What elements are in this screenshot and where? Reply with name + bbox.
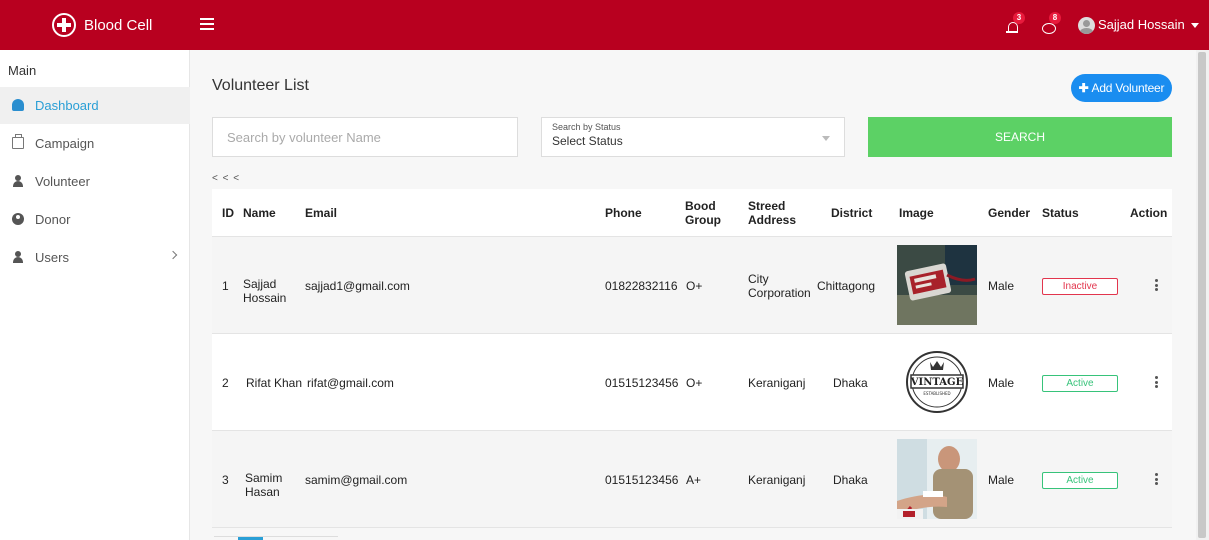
status-badge[interactable]: Active: [1042, 472, 1118, 489]
user-avatar[interactable]: [1078, 17, 1095, 34]
status-select-label: Search by Status: [552, 122, 621, 132]
brand-name: Blood Cell: [84, 17, 153, 34]
cell-phone: 01515123456: [605, 472, 679, 487]
page-scrollbar[interactable]: [1196, 50, 1209, 540]
status-select[interactable]: Search by Status Select Status: [541, 117, 845, 157]
sidebar: Main Dashboard Campaign Volunteer Donor …: [0, 50, 190, 540]
sidebar-item-label: Users: [35, 250, 69, 265]
notification-bell-icon[interactable]: 3: [1005, 12, 1025, 37]
col-district[interactable]: District: [831, 189, 872, 237]
sidebar-item-label: Volunteer: [35, 174, 90, 189]
cell-blood-group: O+: [686, 278, 703, 293]
more-actions-icon[interactable]: [1155, 279, 1158, 291]
chevron-right-icon: [168, 250, 178, 260]
col-name[interactable]: Name: [243, 189, 276, 237]
more-actions-icon[interactable]: [1155, 376, 1158, 388]
volunteer-photo: [897, 245, 977, 325]
sidebar-item-label: Campaign: [35, 136, 95, 151]
scrollbar-thumb[interactable]: [1198, 52, 1206, 538]
volunteer-photo: VINTAGE ESTABLISHED: [897, 342, 977, 422]
table-row: 3 Samim Hasan samim@gmail.com 0151512345…: [212, 431, 1172, 528]
col-email[interactable]: Email: [305, 189, 337, 237]
col-id[interactable]: ID: [222, 189, 234, 237]
pagination-previous[interactable]: < < <: [212, 173, 240, 184]
col-gender[interactable]: Gender: [988, 189, 1030, 237]
cell-id: 1: [222, 278, 229, 293]
dashboard-icon: [12, 99, 24, 111]
sidebar-item-campaign[interactable]: Campaign: [0, 125, 190, 162]
medical-cross-icon: [52, 13, 76, 37]
cell-phone: 01822832116: [605, 278, 678, 293]
col-phone[interactable]: Phone: [605, 189, 642, 237]
cell-district: Chittagong: [817, 278, 876, 293]
top-navbar: Blood Cell 3 8 Sajjad Hossain: [0, 0, 1209, 50]
pagination[interactable]: [214, 536, 338, 540]
cell-gender: Male: [988, 375, 1015, 390]
volunteer-name-search-input[interactable]: [212, 117, 518, 157]
col-address[interactable]: Streed Address: [748, 189, 808, 237]
cell-district: Dhaka: [833, 472, 868, 487]
donor-icon: [12, 213, 24, 225]
cell-email: sajjad1@gmail.com: [305, 278, 410, 293]
vintage-logo-subtext: ESTABLISHED: [923, 391, 950, 396]
messages-badge: 8: [1049, 12, 1061, 24]
cell-blood-group: A+: [686, 472, 702, 487]
cell-gender: Male: [988, 472, 1015, 487]
blood-donor-photo: [897, 439, 977, 519]
status-badge[interactable]: Inactive: [1042, 278, 1118, 295]
sidebar-item-label: Donor: [35, 212, 71, 227]
users-icon: [12, 251, 24, 263]
brand[interactable]: Blood Cell: [0, 0, 190, 50]
cell-address: Keraniganj: [748, 472, 806, 487]
cell-address: Keraniganj: [748, 375, 806, 390]
cell-phone: 01515123456: [605, 375, 679, 390]
table-row: 1 Sajjad Hossain sajjad1@gmail.com 01822…: [212, 237, 1172, 334]
building-icon: [12, 134, 24, 149]
col-status[interactable]: Status: [1042, 189, 1079, 237]
sidebar-item-users[interactable]: Users: [0, 239, 190, 276]
user-dropdown-caret-icon[interactable]: [1191, 23, 1199, 28]
sidebar-item-volunteer[interactable]: Volunteer: [0, 163, 190, 200]
menu-toggle-icon[interactable]: [200, 18, 214, 30]
cell-id: 3: [222, 472, 229, 487]
volunteer-table: ID Name Email Phone Bood Group Streed Ad…: [212, 189, 1172, 528]
user-icon: [12, 175, 24, 187]
col-blood-group[interactable]: Bood Group: [685, 189, 730, 237]
notification-badge: 3: [1013, 12, 1025, 24]
volunteer-photo: [897, 439, 977, 519]
search-button[interactable]: SEARCH: [868, 117, 1172, 157]
add-volunteer-button[interactable]: ✚ Add Volunteer: [1071, 74, 1172, 102]
add-volunteer-label: Add Volunteer: [1091, 81, 1165, 95]
plus-icon: ✚: [1078, 81, 1089, 95]
vintage-logo-text: VINTAGE: [910, 377, 964, 388]
col-action[interactable]: Action: [1130, 189, 1167, 237]
cell-address: City Corporation: [748, 271, 811, 300]
status-badge[interactable]: Active: [1042, 375, 1118, 392]
table-row: 2 Rifat Khan rifat@gmail.com 01515123456…: [212, 334, 1172, 431]
more-actions-icon[interactable]: [1155, 473, 1158, 485]
cell-email: samim@gmail.com: [305, 472, 408, 487]
table-header: ID Name Email Phone Bood Group Streed Ad…: [212, 189, 1172, 237]
cell-district: Dhaka: [833, 375, 868, 390]
cell-name: Rifat Khan: [246, 375, 303, 390]
vintage-logo-image: VINTAGE ESTABLISHED: [897, 342, 977, 422]
sidebar-item-donor[interactable]: Donor: [0, 201, 190, 238]
col-image[interactable]: Image: [899, 189, 934, 237]
cell-name: Samim Hasan: [245, 470, 283, 499]
chevron-down-icon: [822, 136, 830, 141]
page-title: Volunteer List: [212, 77, 309, 94]
sidebar-item-dashboard[interactable]: Dashboard: [0, 87, 190, 124]
sidebar-item-label: Dashboard: [35, 98, 99, 113]
sidebar-section-title: Main: [8, 63, 37, 78]
messages-icon[interactable]: 8: [1041, 12, 1061, 37]
cell-gender: Male: [988, 278, 1015, 293]
cell-id: 2: [222, 375, 229, 390]
user-name[interactable]: Sajjad Hossain: [1098, 17, 1185, 32]
status-select-value: Select Status: [552, 134, 623, 148]
cell-name: Sajjad Hossain: [243, 276, 287, 305]
blood-bag-photo: [897, 245, 977, 325]
cell-email: rifat@gmail.com: [307, 375, 394, 390]
cell-blood-group: O+: [686, 375, 703, 390]
